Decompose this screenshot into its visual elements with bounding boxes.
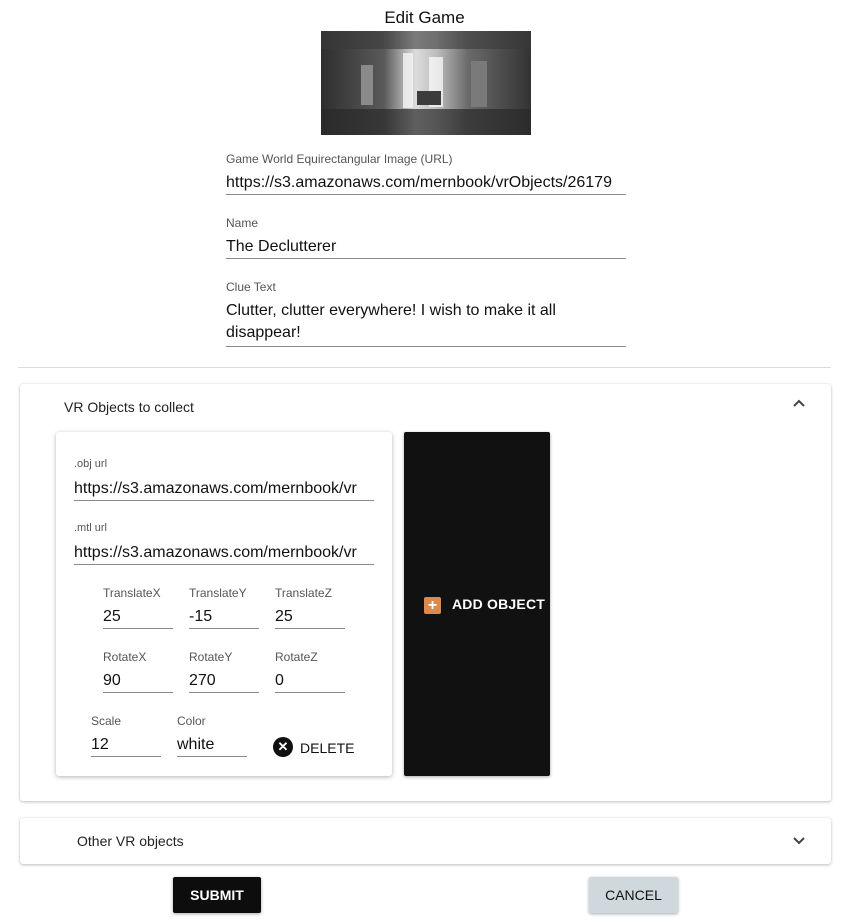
image-url-label: Game World Equirectangular Image (URL) — [226, 152, 453, 166]
rotate-x-input[interactable]: 90 — [103, 670, 173, 693]
rotate-z-input[interactable]: 0 — [275, 670, 345, 693]
page-title: Edit Game — [384, 8, 465, 27]
obj-url-label: .obj url — [74, 458, 108, 470]
translate-y-input[interactable]: -15 — [189, 606, 259, 629]
name-input[interactable]: The Declutterer — [226, 236, 626, 259]
obj-url-input[interactable]: https://s3.amazonaws.com/mernbook/vr — [74, 478, 374, 501]
mtl-url-label: .mtl url — [74, 522, 107, 534]
rotate-x-label: RotateX — [103, 650, 147, 664]
chevron-up-icon[interactable] — [790, 394, 808, 417]
vr-objects-collect-title[interactable]: VR Objects to collect — [64, 399, 194, 415]
name-label: Name — [226, 216, 259, 230]
rotate-y-input[interactable]: 270 — [189, 670, 259, 693]
translate-z-input[interactable]: 25 — [275, 606, 345, 629]
translate-x-input[interactable]: 25 — [103, 606, 173, 629]
chevron-down-icon[interactable] — [790, 832, 808, 855]
cancel-button[interactable]: CANCEL — [589, 877, 678, 913]
delete-button[interactable]: DELETE — [300, 740, 354, 756]
clue-text-input[interactable]: Clutter, clutter everywhere! I wish to m… — [226, 300, 626, 347]
rotate-z-label: RotateZ — [275, 650, 318, 664]
close-circle-icon[interactable]: ✕ — [273, 737, 293, 757]
clue-text-line-1: Clutter, clutter everywhere! I wish to m… — [226, 302, 556, 319]
add-object-button[interactable]: + ADD OBJECT — [404, 432, 550, 776]
translate-x-label: TranslateX — [103, 586, 161, 600]
clue-text-line-2: disappear! — [226, 324, 301, 341]
rotate-y-label: RotateY — [189, 650, 233, 664]
divider — [18, 367, 831, 368]
add-object-label: ADD OBJECT — [452, 596, 546, 612]
mtl-url-input[interactable]: https://s3.amazonaws.com/mernbook/vr — [74, 542, 374, 565]
translate-z-label: TranslateZ — [275, 586, 332, 600]
plus-icon: + — [424, 597, 441, 614]
translate-y-label: TranslateY — [189, 586, 247, 600]
scale-label: Scale — [91, 714, 122, 728]
submit-button[interactable]: SUBMIT — [173, 877, 261, 913]
other-vr-objects-title[interactable]: Other VR objects — [77, 833, 184, 849]
clue-text-label: Clue Text — [226, 280, 276, 294]
scale-input[interactable]: 12 — [91, 734, 161, 757]
world-preview-image — [321, 31, 531, 135]
color-label: Color — [177, 714, 206, 728]
image-url-input[interactable]: https://s3.amazonaws.com/mernbook/vrObje… — [226, 172, 626, 195]
color-input[interactable]: white — [177, 734, 247, 757]
